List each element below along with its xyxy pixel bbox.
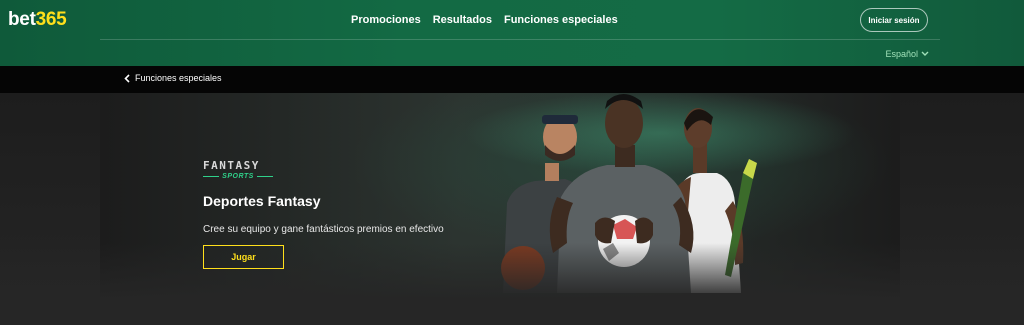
hero-banner: FANTASY SPORTS Deportes Fantasy Cree su … xyxy=(0,93,1024,325)
fantasy-sports-logo: FANTASY SPORTS xyxy=(203,159,273,180)
nav-item-funciones-especiales[interactable]: Funciones especiales xyxy=(504,14,618,26)
play-button[interactable]: Jugar xyxy=(203,245,284,269)
fantasy-logo-sub: SPORTS xyxy=(222,173,254,180)
hero-subtitle: Cree su equipo y gane fantásticos premio… xyxy=(203,224,444,235)
nav-item-promociones[interactable]: Promociones xyxy=(351,14,421,26)
login-button[interactable]: Iniciar sesión xyxy=(860,8,928,32)
breadcrumb-bar: Funciones especiales xyxy=(0,66,1024,93)
hero-bottom-fade xyxy=(0,243,1024,325)
brand-logo[interactable]: bet365 xyxy=(8,9,67,31)
chevron-left-icon xyxy=(124,73,130,83)
chevron-down-icon xyxy=(921,50,929,59)
top-header: bet365 Promociones Resultados Funciones … xyxy=(0,0,1024,66)
language-label: Español xyxy=(885,49,918,59)
hero-title: Deportes Fantasy xyxy=(203,193,321,209)
main-nav: Promociones Resultados Funciones especia… xyxy=(351,14,618,26)
nav-item-resultados[interactable]: Resultados xyxy=(433,14,492,26)
language-selector[interactable]: Español xyxy=(885,49,929,59)
breadcrumb[interactable]: Funciones especiales xyxy=(124,73,222,83)
logo-line-right xyxy=(256,176,273,177)
logo-line-left xyxy=(203,176,220,177)
fantasy-logo-sub-row: SPORTS xyxy=(203,173,273,180)
brand-name-accent: 365 xyxy=(35,9,67,30)
brand-name-main: bet xyxy=(8,9,36,30)
fantasy-logo-word: FANTASY xyxy=(203,159,260,172)
header-divider xyxy=(100,39,940,40)
breadcrumb-back-label: Funciones especiales xyxy=(135,73,222,83)
